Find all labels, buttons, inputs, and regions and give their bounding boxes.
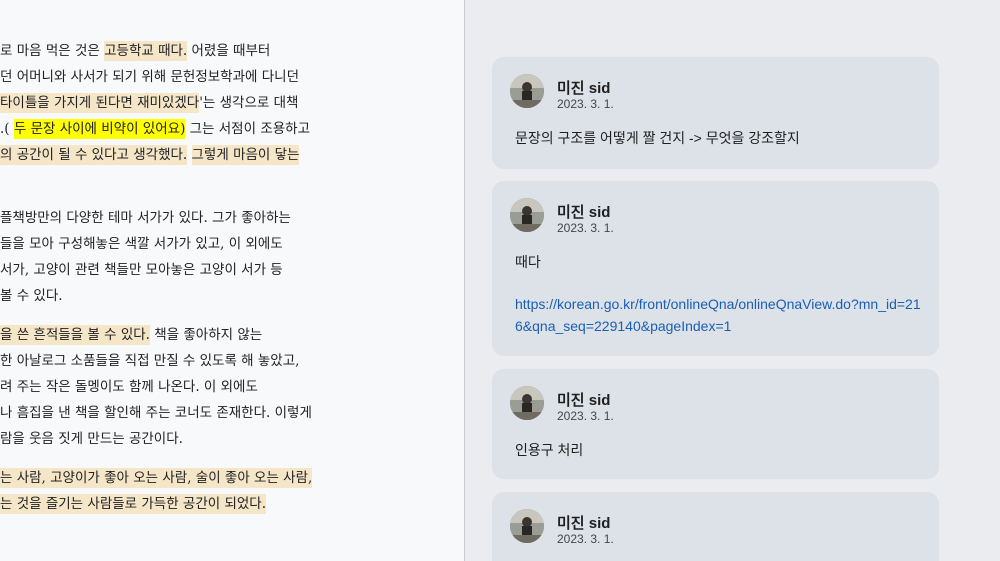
text-run: 볼 수 있다. — [0, 288, 63, 304]
comments-panel: 미진 sid 2023. 3. 1. 문장의 구조를 어떻게 짤 건지 -> 무… — [465, 0, 1000, 561]
text-run: 던 어머니와 사서가 되기 위해 문헌정보학과에 다니던 — [0, 69, 299, 85]
text-run: 책을 좋아하지 않는 — [149, 327, 263, 343]
document-line: 들을 모아 구성해놓은 색깔 서가가 있고, 이 외에도 — [0, 231, 283, 257]
comment-text: 문장의 구조를 어떻게 짤 건지 -> 무엇을 강조할지 — [515, 130, 800, 146]
avatar — [510, 509, 544, 543]
document-line: 한 아날로그 소품들을 직접 만질 수 있도록 해 놓았고, — [0, 348, 299, 374]
highlighted-suggestion[interactable]: 두 문장 사이에 비약이 있어요) — [13, 119, 186, 139]
text-run: 한 아날로그 소품들을 직접 만질 수 있도록 해 놓았고, — [0, 353, 300, 369]
document-line: 로 마음 먹은 것은 고등학교 때다. 어렸을 때부터 — [0, 38, 270, 64]
document-line: 는 사람, 고양이가 좋아 오는 사람, 술이 좋아 오는 사람, — [0, 465, 313, 491]
document-line: .( 두 문장 사이에 비약이 있어요) 그는 서점이 조용하고 — [0, 116, 310, 142]
document-line: 나 흠집을 낸 책을 할인해 주는 코너도 존재한다. 이렇게 — [0, 400, 312, 426]
comment-body: 때다 https://korean.go.kr/front/onlineQna/… — [515, 251, 925, 337]
text-run: 들을 모아 구성해놓은 색깔 서가가 있고, 이 외에도 — [0, 236, 283, 252]
text-run: 로 마음 먹은 것은 — [0, 43, 105, 59]
highlighted-text[interactable]: 타이틀을 가지게 된다면 재미있겠다 — [0, 93, 200, 113]
highlighted-text[interactable]: 그렇게 마음이 닿는 — [191, 145, 300, 165]
text-run: 그는 서점이 조용하고 — [185, 121, 310, 137]
avatar — [510, 74, 544, 108]
text-run: 려 주는 작은 돌멩이도 함께 나온다. 이 외에도 — [0, 379, 258, 395]
comment-card[interactable]: 미진 sid 2023. 3. 1. 문장의 구조를 어떻게 짤 건지 -> 무… — [492, 57, 939, 169]
highlighted-text[interactable]: 는 사람, 고양이가 좋아 오는 사람, 술이 좋아 오는 사람, — [0, 468, 313, 488]
avatar — [510, 198, 544, 232]
comment-date: 2023. 3. 1. — [557, 221, 614, 235]
comment-text: 때다 — [515, 254, 541, 270]
comment-author: 미진 sid — [557, 392, 611, 409]
text-run: 플책방만의 다양한 테마 서가가 있다. 그가 좋아하는 — [0, 210, 291, 226]
document-line: 플책방만의 다양한 테마 서가가 있다. 그가 좋아하는 — [0, 205, 291, 231]
text-run: 나 흠집을 낸 책을 할인해 주는 코너도 존재한다. 이렇게 — [0, 405, 312, 421]
comment-author: 미진 sid — [557, 515, 611, 532]
comment-card[interactable]: 미진 sid 2023. 3. 1. 인용구 처리 — [492, 369, 939, 479]
comment-author: 미진 sid — [557, 80, 611, 97]
text-run — [187, 147, 191, 163]
text-run: 람을 웃음 짓게 만드는 공간이다. — [0, 431, 183, 447]
highlighted-text[interactable]: 고등학교 때다. — [104, 41, 188, 61]
document-line: 람을 웃음 짓게 만드는 공간이다. — [0, 426, 183, 452]
comment-body: 인용구 처리 — [515, 439, 925, 461]
document-line: 타이틀을 가지게 된다면 재미있겠다'는 생각으로 대책 — [0, 90, 298, 116]
comment-card[interactable]: 미진 sid 2023. 3. 1. 때다 https://korean.go.… — [492, 181, 939, 356]
document-line: 의 공간이 될 수 있다고 생각했다. 그렇게 마음이 닿는 — [0, 142, 300, 168]
avatar — [510, 386, 544, 420]
comment-date: 2023. 3. 1. — [557, 409, 614, 423]
document-line: 는 것을 즐기는 사람들로 가득한 공간이 되었다. — [0, 491, 267, 517]
comment-date: 2023. 3. 1. — [557, 532, 614, 546]
text-run: '는 생각으로 대책 — [199, 95, 299, 111]
text-run: 서가, 고양이 관련 책들만 모아놓은 고양이 서가 등 — [0, 262, 283, 278]
text-run: 어렸을 때부터 — [187, 43, 271, 59]
highlighted-text[interactable]: 을 쓴 흔적들을 볼 수 있다. — [0, 325, 150, 345]
highlighted-text[interactable]: 의 공간이 될 수 있다고 생각했다. — [0, 145, 188, 165]
comment-text: 인용구 처리 — [515, 442, 584, 458]
text-run: .( — [0, 121, 14, 137]
comment-body: 문장의 구조를 어떻게 짤 건지 -> 무엇을 강조할지 — [515, 127, 925, 149]
comment-card[interactable]: 미진 sid 2023. 3. 1. — [492, 492, 939, 561]
document-line: 려 주는 작은 돌멩이도 함께 나온다. 이 외에도 — [0, 374, 258, 400]
document-line: 을 쓴 흔적들을 볼 수 있다. 책을 좋아하지 않는 — [0, 322, 262, 348]
document-line: 던 어머니와 사서가 되기 위해 문헌정보학과에 다니던 — [0, 64, 299, 90]
document-line: 서가, 고양이 관련 책들만 모아놓은 고양이 서가 등 — [0, 257, 283, 283]
comment-author: 미진 sid — [557, 204, 611, 221]
comment-date: 2023. 3. 1. — [557, 97, 614, 111]
document-page[interactable]: 로 마음 먹은 것은 고등학교 때다. 어렸을 때부터던 어머니와 사서가 되기… — [0, 0, 465, 561]
document-line: 볼 수 있다. — [0, 283, 63, 309]
comment-link[interactable]: https://korean.go.kr/front/onlineQna/onl… — [515, 293, 925, 337]
highlighted-text[interactable]: 는 것을 즐기는 사람들로 가득한 공간이 되었다. — [0, 494, 267, 514]
